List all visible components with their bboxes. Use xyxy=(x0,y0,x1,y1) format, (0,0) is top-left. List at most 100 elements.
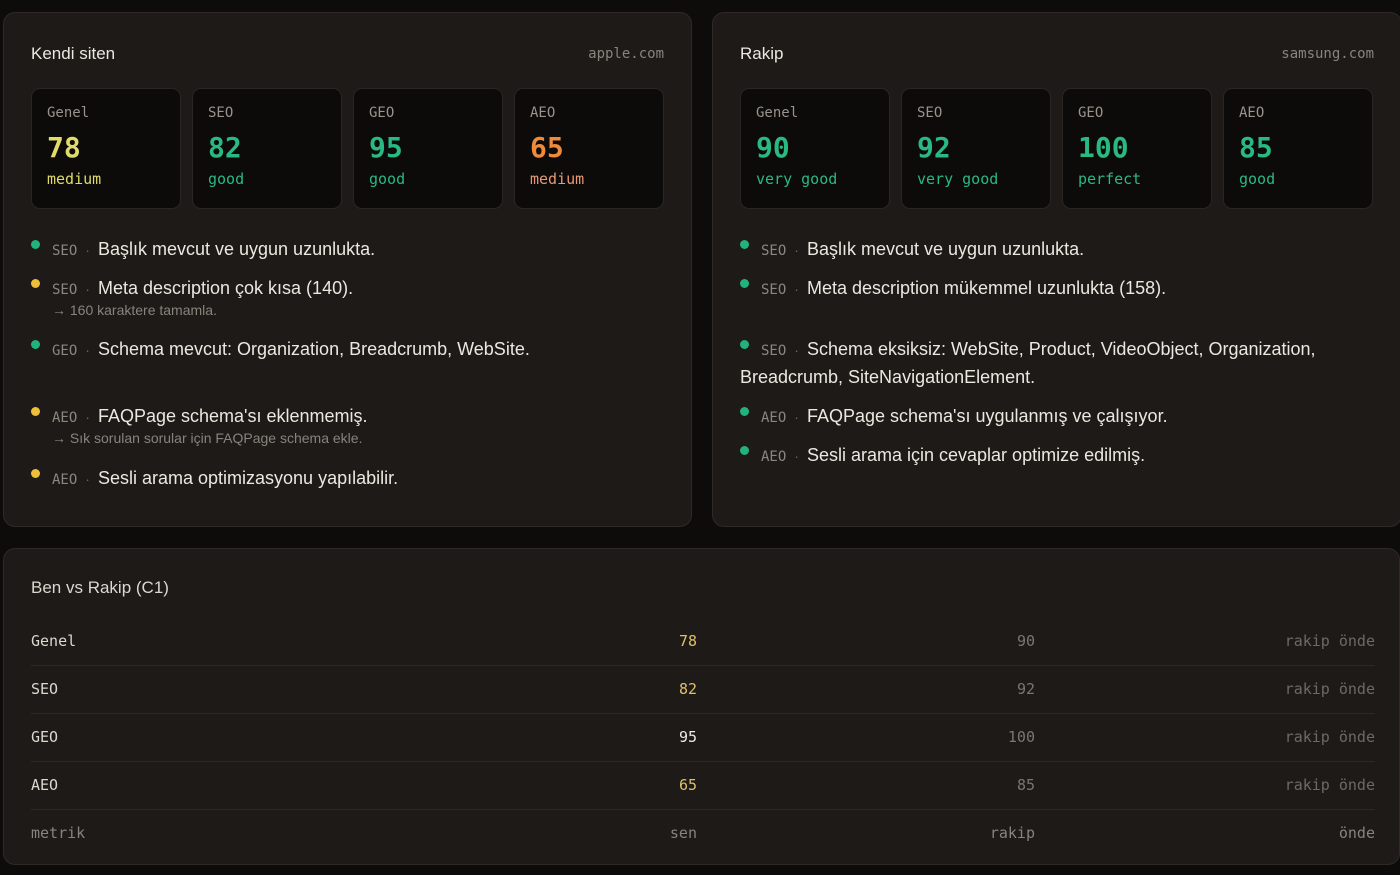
card-grade: perfect xyxy=(1078,170,1142,188)
separator-dot-icon: · xyxy=(794,281,799,297)
table-footer-row: metrik sen rakip önde xyxy=(31,810,1375,854)
finding-tag: SEO xyxy=(761,243,787,259)
status-dot-icon xyxy=(740,340,749,349)
finding-hint: → 160 karaktere tamamla. xyxy=(52,302,217,318)
card-grade: good xyxy=(369,170,406,188)
ahead-cell: rakip önde xyxy=(1284,776,1375,794)
card-label: GEO xyxy=(369,105,395,121)
status-dot-icon xyxy=(31,279,40,288)
me-score-cell: 65 xyxy=(678,776,697,794)
finding-text: FAQPage schema'sı eklenmemiş. xyxy=(97,406,368,426)
rival-score-cell: 85 xyxy=(1016,776,1035,794)
me-score-cell: 82 xyxy=(678,680,697,698)
finding-text: Sesli arama optimizasyonu yapılabilir. xyxy=(97,468,399,488)
separator-dot-icon: · xyxy=(85,471,90,487)
own-card-aeo: AEO 65 medium xyxy=(514,88,664,209)
metric-cell: AEO xyxy=(31,776,59,794)
card-score: 65 xyxy=(530,131,564,164)
separator-dot-icon: · xyxy=(794,242,799,258)
separator-dot-icon: · xyxy=(794,342,799,358)
rival-card-geo: GEO 100 perfect xyxy=(1062,88,1212,209)
status-dot-icon xyxy=(740,446,749,455)
status-dot-icon xyxy=(31,407,40,416)
comparison-panel: Ben vs Rakip (C1) Genel 78 90 rakip önde… xyxy=(3,548,1400,865)
ahead-cell: rakip önde xyxy=(1284,680,1375,698)
finding-text: Başlık mevcut ve uygun uzunlukta. xyxy=(97,239,376,259)
footer-rival-label: rakip xyxy=(989,824,1035,842)
separator-dot-icon: · xyxy=(85,409,90,425)
card-score: 95 xyxy=(369,131,403,164)
rival-score-cell: 92 xyxy=(1016,680,1035,698)
own-site-domain: apple.com xyxy=(588,46,664,62)
metric-cell: GEO xyxy=(31,728,59,746)
card-score: 100 xyxy=(1078,131,1129,164)
comparison-table: Genel 78 90 rakip önde SEO 82 92 rakip ö… xyxy=(31,618,1375,854)
finding-tag: SEO xyxy=(761,282,787,298)
table-row: SEO 82 92 rakip önde xyxy=(31,666,1375,714)
footer-metric-label: metrik xyxy=(31,824,86,842)
finding-tag: AEO xyxy=(52,410,78,426)
finding-text: Meta description çok kısa (140). xyxy=(97,278,354,298)
card-score: 78 xyxy=(47,131,81,164)
rival-score-cell: 100 xyxy=(1007,728,1035,746)
me-score-cell: 78 xyxy=(678,632,697,650)
finding-text: Sesli arama için cevaplar optimize edilm… xyxy=(806,445,1146,465)
status-dot-icon xyxy=(740,407,749,416)
finding-tag: AEO xyxy=(761,410,787,426)
status-dot-icon xyxy=(31,469,40,478)
own-card-genel: Genel 78 medium xyxy=(31,88,181,209)
footer-me-label: sen xyxy=(669,824,697,842)
own-site-panel: Kendi siten apple.com Genel 78 medium SE… xyxy=(3,12,692,527)
footer-ahead-label: önde xyxy=(1338,824,1375,842)
card-label: Genel xyxy=(756,105,799,121)
card-label: GEO xyxy=(1078,105,1104,121)
finding-tag: AEO xyxy=(761,449,787,465)
own-site-title: Kendi siten xyxy=(31,44,116,63)
status-dot-icon xyxy=(740,279,749,288)
status-dot-icon xyxy=(31,340,40,349)
card-score: 92 xyxy=(917,131,951,164)
own-card-geo: GEO 95 good xyxy=(353,88,503,209)
table-row: AEO 65 85 rakip önde xyxy=(31,762,1375,810)
card-score: 90 xyxy=(756,131,790,164)
ahead-cell: rakip önde xyxy=(1284,728,1375,746)
finding-tag: SEO xyxy=(761,343,787,359)
rival-site-header: Rakip samsung.com xyxy=(740,43,1374,65)
card-score: 85 xyxy=(1239,131,1273,164)
finding-text: Schema eksiksiz: WebSite, Product, Video… xyxy=(806,339,1316,359)
separator-dot-icon: · xyxy=(794,409,799,425)
separator-dot-icon: · xyxy=(85,342,90,358)
finding-tag: GEO xyxy=(52,343,78,359)
separator-dot-icon: · xyxy=(85,281,90,297)
card-grade: good xyxy=(208,170,245,188)
card-grade: very good xyxy=(756,170,838,188)
own-score-cards: Genel 78 medium SEO 82 good GEO 95 good … xyxy=(31,88,664,209)
rival-card-seo: SEO 92 very good xyxy=(901,88,1051,209)
rival-card-genel: Genel 90 very good xyxy=(740,88,890,209)
finding-text-continued: Breadcrumb, SiteNavigationElement. xyxy=(740,367,1036,387)
rival-site-title: Rakip xyxy=(740,44,784,63)
card-label: AEO xyxy=(530,105,556,121)
status-dot-icon xyxy=(740,240,749,249)
card-grade: very good xyxy=(917,170,999,188)
finding-text: Meta description mükemmel uzunlukta (158… xyxy=(806,278,1167,298)
rival-score-cards: Genel 90 very good SEO 92 very good GEO … xyxy=(740,88,1373,209)
card-label: SEO xyxy=(917,105,943,121)
card-label: SEO xyxy=(208,105,234,121)
finding-tag: SEO xyxy=(52,282,78,298)
separator-dot-icon: · xyxy=(85,242,90,258)
finding-text: Başlık mevcut ve uygun uzunlukta. xyxy=(806,239,1085,259)
own-card-seo: SEO 82 good xyxy=(192,88,342,209)
table-row: Genel 78 90 rakip önde xyxy=(31,618,1375,666)
finding-hint: → Sık sorulan sorular için FAQPage schem… xyxy=(52,430,363,446)
own-site-header: Kendi siten apple.com xyxy=(31,43,664,65)
metric-cell: SEO xyxy=(31,680,59,698)
card-label: AEO xyxy=(1239,105,1265,121)
card-grade: good xyxy=(1239,170,1276,188)
separator-dot-icon: · xyxy=(794,448,799,464)
rival-score-cell: 90 xyxy=(1016,632,1035,650)
finding-tag: AEO xyxy=(52,472,78,488)
ahead-cell: rakip önde xyxy=(1284,632,1375,650)
finding-text: FAQPage schema'sı uygulanmış ve çalışıyo… xyxy=(806,406,1168,426)
rival-site-domain: samsung.com xyxy=(1281,46,1374,62)
